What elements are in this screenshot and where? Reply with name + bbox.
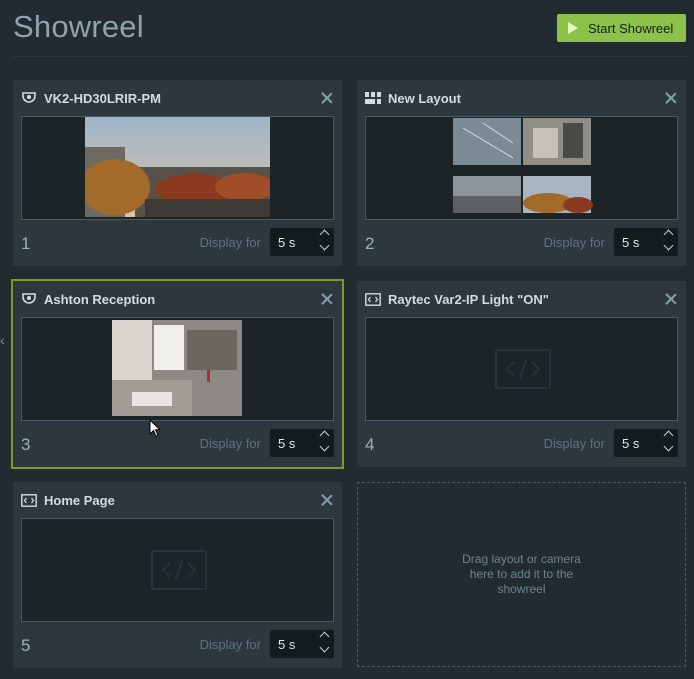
showreel-item-2[interactable]: New Layout 2 Display for 5 s	[357, 80, 686, 266]
close-icon[interactable]	[320, 493, 334, 507]
drop-zone[interactable]: Drag layout or camera here to add it to …	[357, 482, 686, 667]
mouse-cursor-icon	[149, 419, 161, 438]
showreel-item-4[interactable]: Raytec Var2-IP Light "ON" 4 Display for …	[357, 281, 686, 467]
layout-icon	[365, 91, 381, 105]
duration-value: 5 s	[622, 234, 640, 250]
duration-spinbox[interactable]: 5 s	[270, 228, 334, 256]
item-name: Home Page	[44, 492, 115, 508]
increment-icon[interactable]	[319, 631, 330, 642]
display-for-label: Display for	[543, 436, 605, 451]
decrement-icon[interactable]	[319, 441, 330, 452]
start-showreel-label: Start Showreel	[588, 20, 674, 36]
item-index: 2	[365, 234, 375, 253]
camera-thumbnail	[85, 117, 270, 217]
close-icon[interactable]	[320, 91, 334, 105]
item-name: New Layout	[388, 90, 461, 106]
close-icon[interactable]	[664, 292, 678, 306]
display-for-label: Display for	[199, 637, 261, 652]
code-placeholder-icon	[495, 349, 551, 389]
showreel-item-3[interactable]: Ashton Reception 3 Display for 5 s	[11, 279, 344, 469]
duration-spinbox[interactable]: 5 s	[614, 429, 678, 457]
duration-spinbox[interactable]: 5 s	[270, 429, 334, 457]
item-preview	[365, 116, 678, 220]
item-index: 4	[365, 435, 375, 454]
camera-thumbnail	[112, 320, 242, 416]
item-index: 1	[21, 234, 31, 253]
item-preview	[21, 116, 334, 220]
duration-spinbox[interactable]: 5 s	[270, 630, 334, 658]
start-showreel-button[interactable]: Start Showreel	[557, 14, 686, 42]
display-for-label: Display for	[199, 436, 261, 451]
decrement-icon[interactable]	[663, 441, 674, 452]
increment-icon[interactable]	[319, 430, 330, 441]
item-preview	[365, 317, 678, 421]
duration-value: 5 s	[278, 234, 296, 250]
camera-icon	[21, 292, 37, 306]
increment-icon[interactable]	[663, 430, 674, 441]
showreel-item-5[interactable]: Home Page 5 Display for 5 s	[13, 482, 342, 668]
decrement-icon[interactable]	[663, 240, 674, 251]
increment-icon[interactable]	[319, 229, 330, 240]
item-preview	[21, 317, 334, 421]
close-icon[interactable]	[320, 292, 334, 306]
decrement-icon[interactable]	[319, 240, 330, 251]
item-index: 3	[21, 435, 31, 454]
webpage-icon	[21, 493, 37, 507]
increment-icon[interactable]	[663, 229, 674, 240]
item-index: 5	[21, 636, 31, 655]
duration-value: 5 s	[622, 435, 640, 451]
item-name: Raytec Var2-IP Light "ON"	[388, 291, 549, 307]
item-name: Ashton Reception	[44, 291, 156, 307]
decrement-icon[interactable]	[319, 642, 330, 653]
display-for-label: Display for	[199, 235, 261, 250]
close-icon[interactable]	[664, 91, 678, 105]
layout-thumbnail	[453, 118, 593, 213]
code-placeholder-icon	[151, 550, 207, 590]
item-name: VK2-HD30LRIR-PM	[44, 90, 162, 106]
display-for-label: Display for	[543, 235, 605, 250]
showreel-item-1[interactable]: VK2-HD30LRIR-PM 1 Display for 5 s	[13, 80, 342, 266]
duration-value: 5 s	[278, 435, 296, 451]
webpage-icon	[365, 292, 381, 306]
item-preview	[21, 518, 334, 622]
page-title: Showreel	[13, 9, 144, 44]
duration-spinbox[interactable]: 5 s	[614, 228, 678, 256]
play-icon	[568, 22, 578, 34]
camera-icon	[21, 91, 37, 105]
chevron-left-icon[interactable]: ‹	[0, 332, 5, 348]
duration-value: 5 s	[278, 636, 296, 652]
drop-zone-text: Drag layout or camera here to add it to …	[462, 552, 581, 596]
header-divider	[13, 56, 686, 57]
